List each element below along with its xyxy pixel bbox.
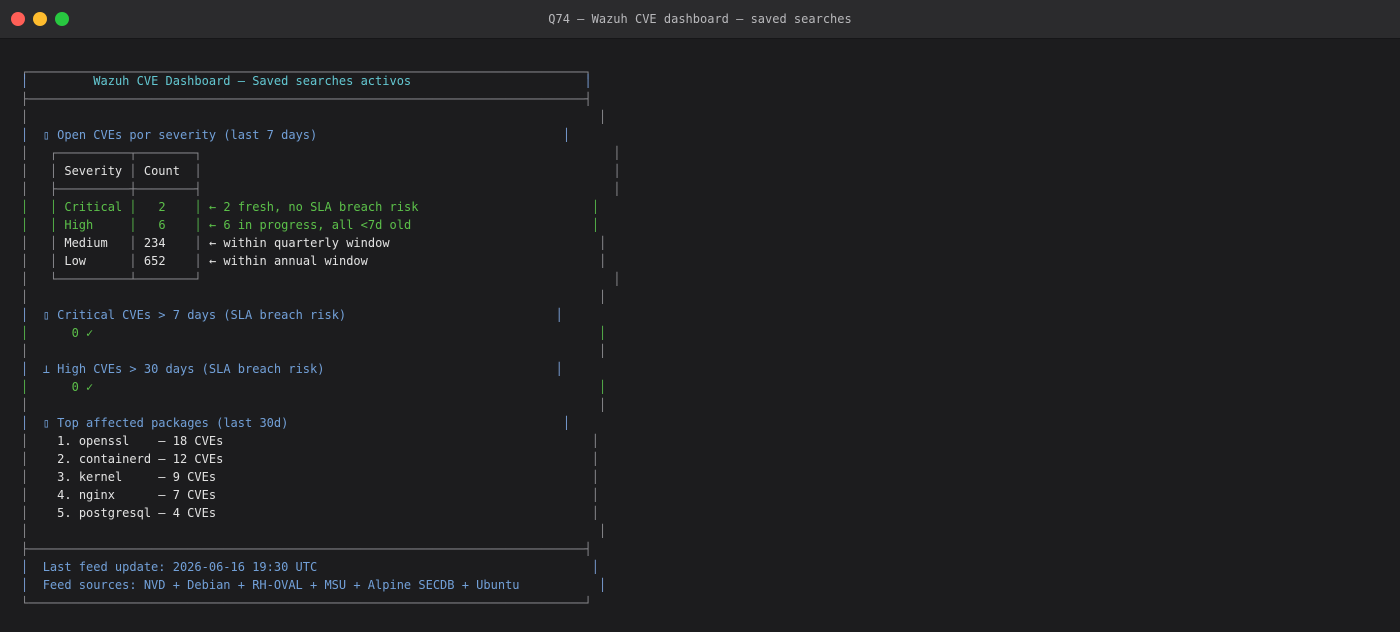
severity-row-medium: │ │ Medium │ 234 │ ← within quarterly wi… <box>21 236 607 250</box>
last-update-row: │ Last feed update: 2026-06-16 19:30 UTC… <box>21 560 600 574</box>
critical-sla-value: 0 ✓ <box>71 326 94 340</box>
title-divider: ├───────────────────────────────────────… <box>21 92 592 106</box>
window-titlebar: Q74 — Wazuh CVE dashboard — saved search… <box>0 0 1400 39</box>
package-icon: ▯ <box>42 416 50 430</box>
count-column-header: Count <box>143 164 180 178</box>
feed-sources: Feed sources: NVD + Debian + RH-OVAL + M… <box>42 578 520 592</box>
high-sla-heading-row: │ ⊥ High CVEs > 30 days (SLA breach risk… <box>21 362 563 376</box>
chart-icon: ▯ <box>42 128 50 142</box>
severity-row-low: │ │ Low │ 652 │ ← within annual window │ <box>21 254 607 268</box>
dashboard-title-row: │ Wazuh CVE Dashboard — Saved searches a… <box>21 74 592 88</box>
high-sla-heading: High CVEs > 30 days (SLA breach risk) <box>57 362 325 376</box>
footer-divider: ├───────────────────────────────────────… <box>21 542 592 556</box>
window-title: Q74 — Wazuh CVE dashboard — saved search… <box>548 12 852 26</box>
severity-heading-row: │ ▯ Open CVEs por severity (last 7 days)… <box>21 128 571 142</box>
package-item: │ 4. nginx — 7 CVEs │ <box>21 488 600 502</box>
dashboard-title: Wazuh CVE Dashboard — Saved searches act… <box>93 74 412 88</box>
severity-heading: Open CVEs por severity (last 7 days) <box>57 128 318 142</box>
package-item: │ 1. openssl — 18 CVEs │ <box>21 434 600 448</box>
package-item: │ 5. postgresql — 4 CVEs │ <box>21 506 600 520</box>
critical-sla-heading-row: │ ▯ Critical CVEs > 7 days (SLA breach r… <box>21 308 563 322</box>
package-item: │ 2. containerd — 12 CVEs │ <box>21 452 600 466</box>
high-sla-value-row: │ 0 ✓ │ <box>21 380 607 394</box>
packages-heading-row: │ ▯ Top affected packages (last 30d) │ <box>21 416 571 430</box>
severity-row-critical: │ │ Critical │ 2 │ ← 2 fresh, no SLA bre… <box>21 200 600 214</box>
severity-table-header: │ │ Severity │ Count │ │ <box>21 164 621 178</box>
package-item: │ 3. kernel — 9 CVEs │ <box>21 470 600 484</box>
last-feed-update: Last feed update: 2026-06-16 19:30 UTC <box>42 560 318 574</box>
severity-row-high: │ │ High │ 6 │ ← 6 in progress, all <7d … <box>21 218 600 232</box>
terminal-output: ┌───────────────────────────────────────… <box>0 39 1400 632</box>
packages-heading: Top affected packages (last 30d) <box>57 416 289 430</box>
high-sla-value: 0 ✓ <box>71 380 94 394</box>
box-bottom-border: └───────────────────────────────────────… <box>21 596 592 610</box>
feed-sources-row: │ Feed sources: NVD + Debian + RH-OVAL +… <box>21 578 607 592</box>
severity-column-header: Severity <box>64 164 123 178</box>
warning-icon: ⊥ <box>42 362 50 376</box>
critical-sla-value-row: │ 0 ✓ │ <box>21 326 607 340</box>
alert-icon: ▯ <box>42 308 50 322</box>
critical-sla-heading: Critical CVEs > 7 days (SLA breach risk) <box>57 308 347 322</box>
